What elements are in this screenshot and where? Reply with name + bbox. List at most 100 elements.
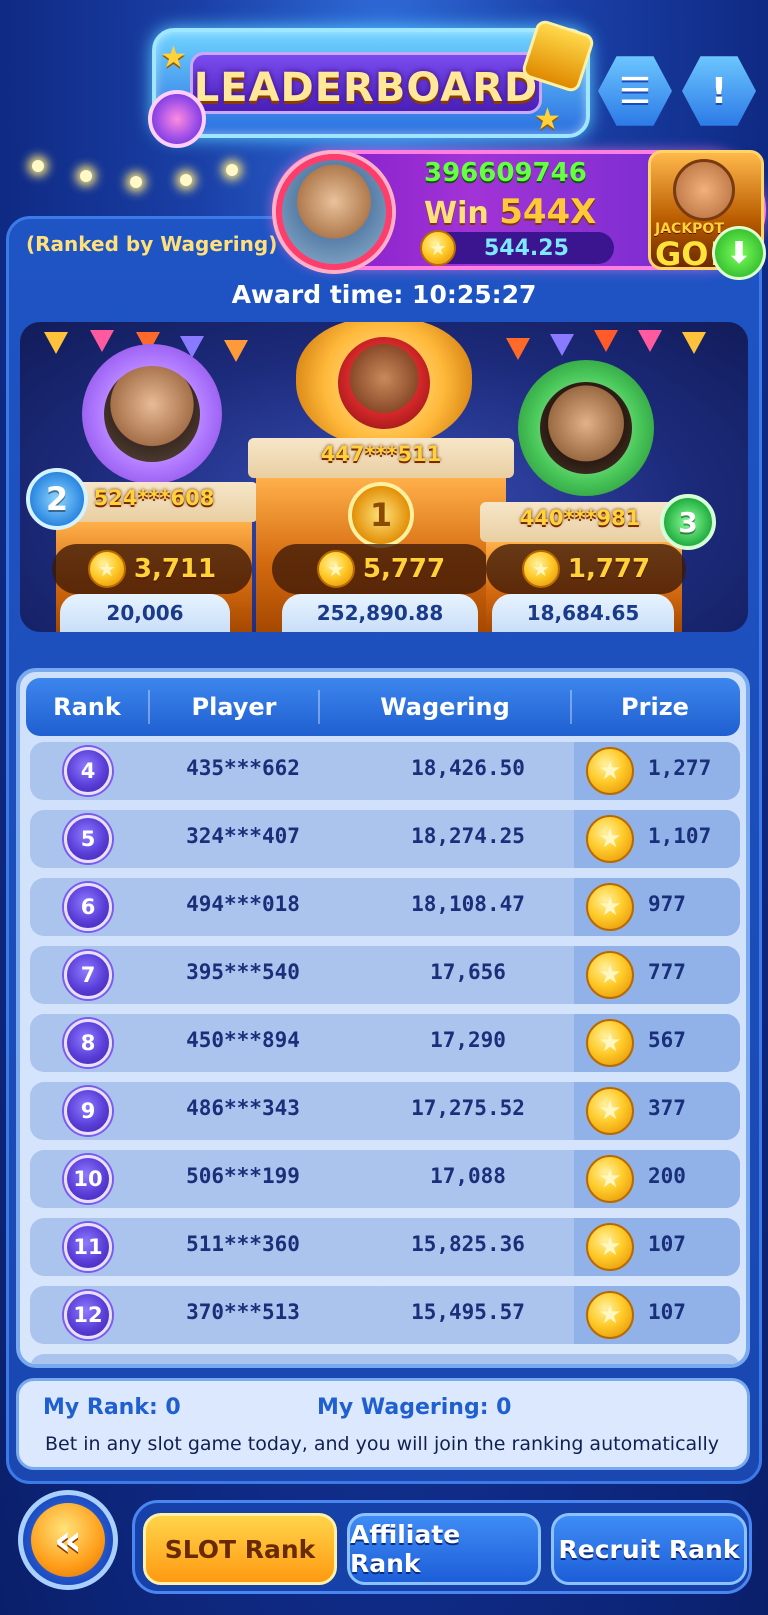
rank-badge: 5 [64, 815, 112, 863]
podium-player-3rd: 440***981 [519, 506, 641, 530]
ranking-table[interactable]: Rank Player Wagering Prize 4 435***662 1… [16, 668, 750, 1368]
rank-badge: 11 [64, 1223, 112, 1271]
star-icon: ★ [160, 40, 187, 75]
poker-chip-icon [148, 90, 206, 148]
bunting-flag [550, 334, 574, 356]
coin-icon: ★ [586, 747, 634, 795]
bunting-flag [90, 330, 114, 352]
prize-value: 777 [648, 960, 686, 984]
light-bulb [32, 160, 44, 172]
avatar [104, 366, 200, 462]
page-title: LEADERBOARD [193, 65, 539, 111]
prize-cell: ★ 1,277 [574, 742, 740, 800]
podium-wagering-2nd: 20,006 [60, 594, 230, 632]
prize-cell: ★ 107 [574, 1218, 740, 1276]
player-id: 486***343 [186, 1096, 300, 1120]
rank-tab-bar: SLOT Rank Affiliate Rank Recruit Rank [132, 1500, 752, 1594]
player-id: 435***662 [186, 756, 300, 780]
table-row: 11 511***360 15,825.36 ★ 107 [30, 1218, 740, 1276]
wagering-value: 18,108.47 [411, 892, 525, 916]
prize-cell: ★ 107 [574, 1286, 740, 1344]
light-bulb [180, 174, 192, 186]
light-bulb [130, 176, 142, 188]
prize-cell: ★ 377 [574, 1082, 740, 1140]
tab-affiliate-rank[interactable]: Affiliate Rank [347, 1513, 541, 1585]
tab-slot-rank[interactable]: SLOT Rank [143, 1513, 337, 1585]
coin-icon: ★ [586, 815, 634, 863]
rank-badge-3rd: 3 [660, 494, 716, 550]
double-chevron-left-icon: « [31, 1503, 105, 1577]
prize-value: 5,777 [362, 554, 446, 584]
coin-icon: ★ [586, 951, 634, 999]
my-rank: My Rank: 0 [43, 1395, 181, 1420]
wagering-value: 15,825.36 [411, 1232, 525, 1256]
bunting-flag [594, 330, 618, 352]
bunting-flag [638, 330, 662, 352]
table-row: 7 395***540 17,656 ★ 777 [30, 946, 740, 1004]
back-button[interactable]: « [18, 1490, 118, 1590]
avatar [276, 154, 392, 270]
table-header: Rank Player Wagering Prize [26, 678, 740, 736]
rank-badge-2nd: 2 [26, 468, 88, 530]
table-row: 6 494***018 18,108.47 ★ 977 [30, 878, 740, 936]
miner-character [673, 159, 735, 221]
my-rank-panel: My Rank: 0 My Wagering: 0 Bet in any slo… [16, 1378, 750, 1470]
podium-wagering-1st: 252,890.88 [282, 594, 478, 632]
tab-recruit-rank[interactable]: Recruit Rank [551, 1513, 747, 1585]
exclamation-icon: ! [710, 70, 728, 112]
prize-cell: ★ 200 [574, 1150, 740, 1208]
prize-value: 107 [648, 1300, 686, 1324]
coin-icon: ★ [586, 1087, 634, 1135]
ranking-hint: Bet in any slot game today, and you will… [45, 1433, 719, 1455]
table-row-partial [30, 1354, 740, 1364]
calendar-button[interactable]: ☰ [598, 56, 672, 126]
info-button[interactable]: ! [682, 56, 756, 126]
coin-icon: ★ [420, 230, 456, 266]
podium-scene: 524***608 2 ★ 3,711 20,006 447***511 1 ★… [20, 322, 748, 632]
table-row: 9 486***343 17,275.52 ★ 377 [30, 1082, 740, 1140]
winner-id: 396609746 [424, 158, 587, 188]
podium-player-1st: 447***511 [320, 442, 442, 466]
wagering-value: 18,426.50 [411, 756, 525, 780]
table-row: 8 450***894 17,290 ★ 567 [30, 1014, 740, 1072]
wagering-value: 17,275.52 [411, 1096, 525, 1120]
rank-badge: 4 [64, 747, 112, 795]
player-id: 324***407 [186, 824, 300, 848]
prize-cell: ★ 777 [574, 946, 740, 1004]
award-time: Award time: 10:25:27 [231, 280, 537, 309]
player-id: 450***894 [186, 1028, 300, 1052]
prize-value: 1,107 [648, 824, 712, 848]
calendar-icon: ☰ [618, 70, 652, 112]
win-multiplier: Win 544X [424, 192, 596, 232]
rank-badge: 7 [64, 951, 112, 999]
rank-badge: 6 [64, 883, 112, 931]
light-bulb [80, 170, 92, 182]
player-id: 494***018 [186, 892, 300, 916]
multiplier-value: 544X [499, 192, 597, 232]
coin-icon: ★ [316, 550, 355, 588]
prize-cell: ★ 977 [574, 878, 740, 936]
table-row: 10 506***199 17,088 ★ 200 [30, 1150, 740, 1208]
win-amount: 544.25 [484, 235, 569, 261]
coin-icon: ★ [521, 550, 560, 588]
player-id: 370***513 [186, 1300, 300, 1324]
prize-value: 377 [648, 1096, 686, 1120]
prize-value: 200 [648, 1164, 686, 1188]
player-id: 506***199 [186, 1164, 300, 1188]
podium-prize-2nd: ★ 3,711 [52, 544, 252, 594]
bunting-flag [224, 340, 248, 362]
avatar [540, 382, 632, 474]
win-amount-box: ★ 544.25 [420, 230, 614, 266]
bunting-flag [682, 332, 706, 354]
bunting-flag [506, 338, 530, 360]
avatar-frame-1st [296, 322, 472, 448]
coin-icon: ★ [586, 1291, 634, 1339]
column-header-rank: Rank [53, 693, 121, 721]
prize-value: 1,277 [648, 756, 712, 780]
star-icon: ★ [534, 102, 561, 137]
table-row: 4 435***662 18,426.50 ★ 1,277 [30, 742, 740, 800]
coin-icon: ★ [586, 883, 634, 931]
coin-icon: ★ [586, 1155, 634, 1203]
download-button[interactable]: ⬇ [712, 226, 766, 280]
win-label: Win [424, 196, 489, 231]
